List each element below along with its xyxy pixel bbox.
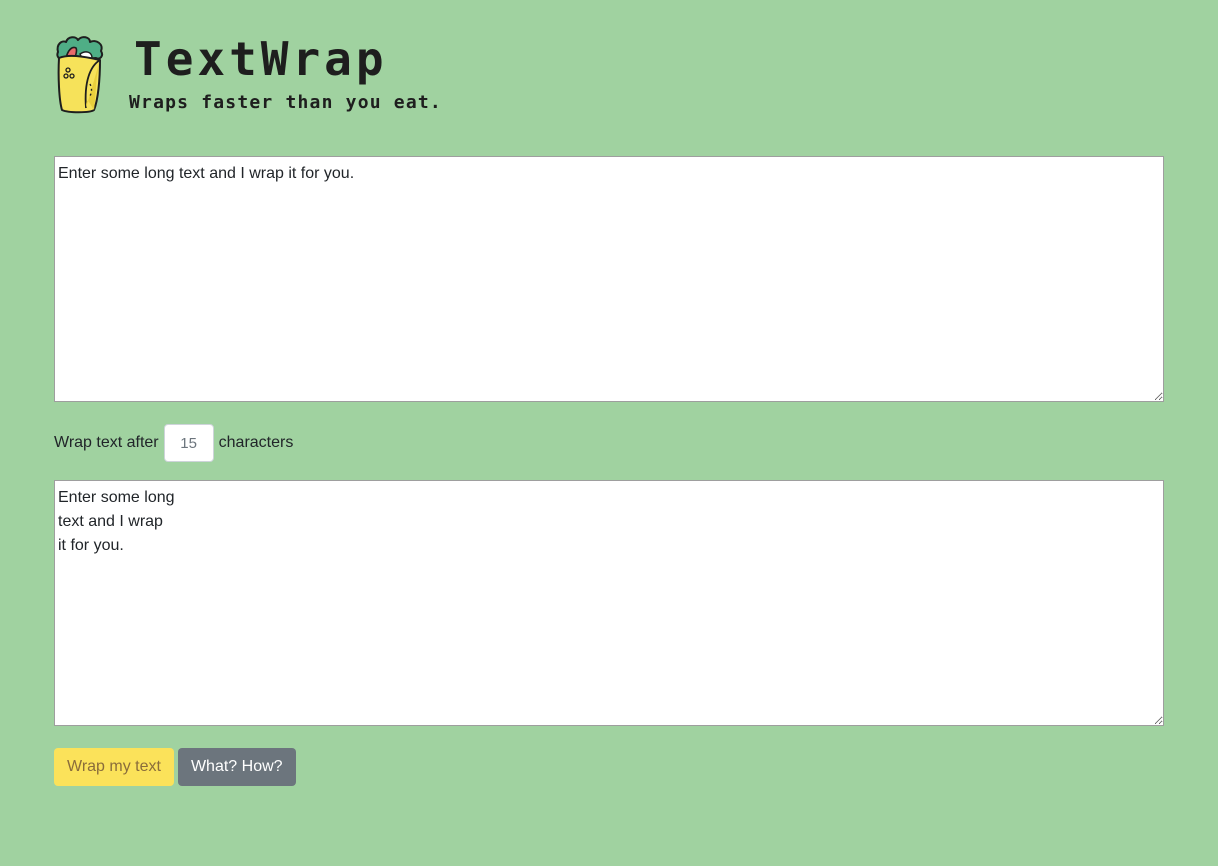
wrap-setting-row: Wrap text after characters	[54, 424, 293, 462]
wrap-button[interactable]: Wrap my text	[54, 748, 174, 786]
wrap-suffix-label: characters	[218, 434, 294, 451]
wrap-length-input[interactable]	[163, 424, 214, 462]
wrap-prefix-label: Wrap text after	[54, 434, 159, 451]
app-tagline: Wraps faster than you eat.	[129, 92, 442, 113]
output-textarea[interactable]: Enter some long text and I wrap it for y…	[54, 480, 1164, 726]
button-group: Wrap my text What? How?	[54, 748, 296, 786]
app-title: TextWrap	[134, 32, 388, 86]
help-button[interactable]: What? How?	[177, 748, 296, 786]
page: TextWrap Wraps faster than you eat. Ente…	[0, 0, 1218, 866]
input-textarea[interactable]: Enter some long text and I wrap it for y…	[54, 156, 1164, 402]
burrito-icon	[56, 36, 104, 114]
header: TextWrap Wraps faster than you eat.	[54, 34, 574, 116]
